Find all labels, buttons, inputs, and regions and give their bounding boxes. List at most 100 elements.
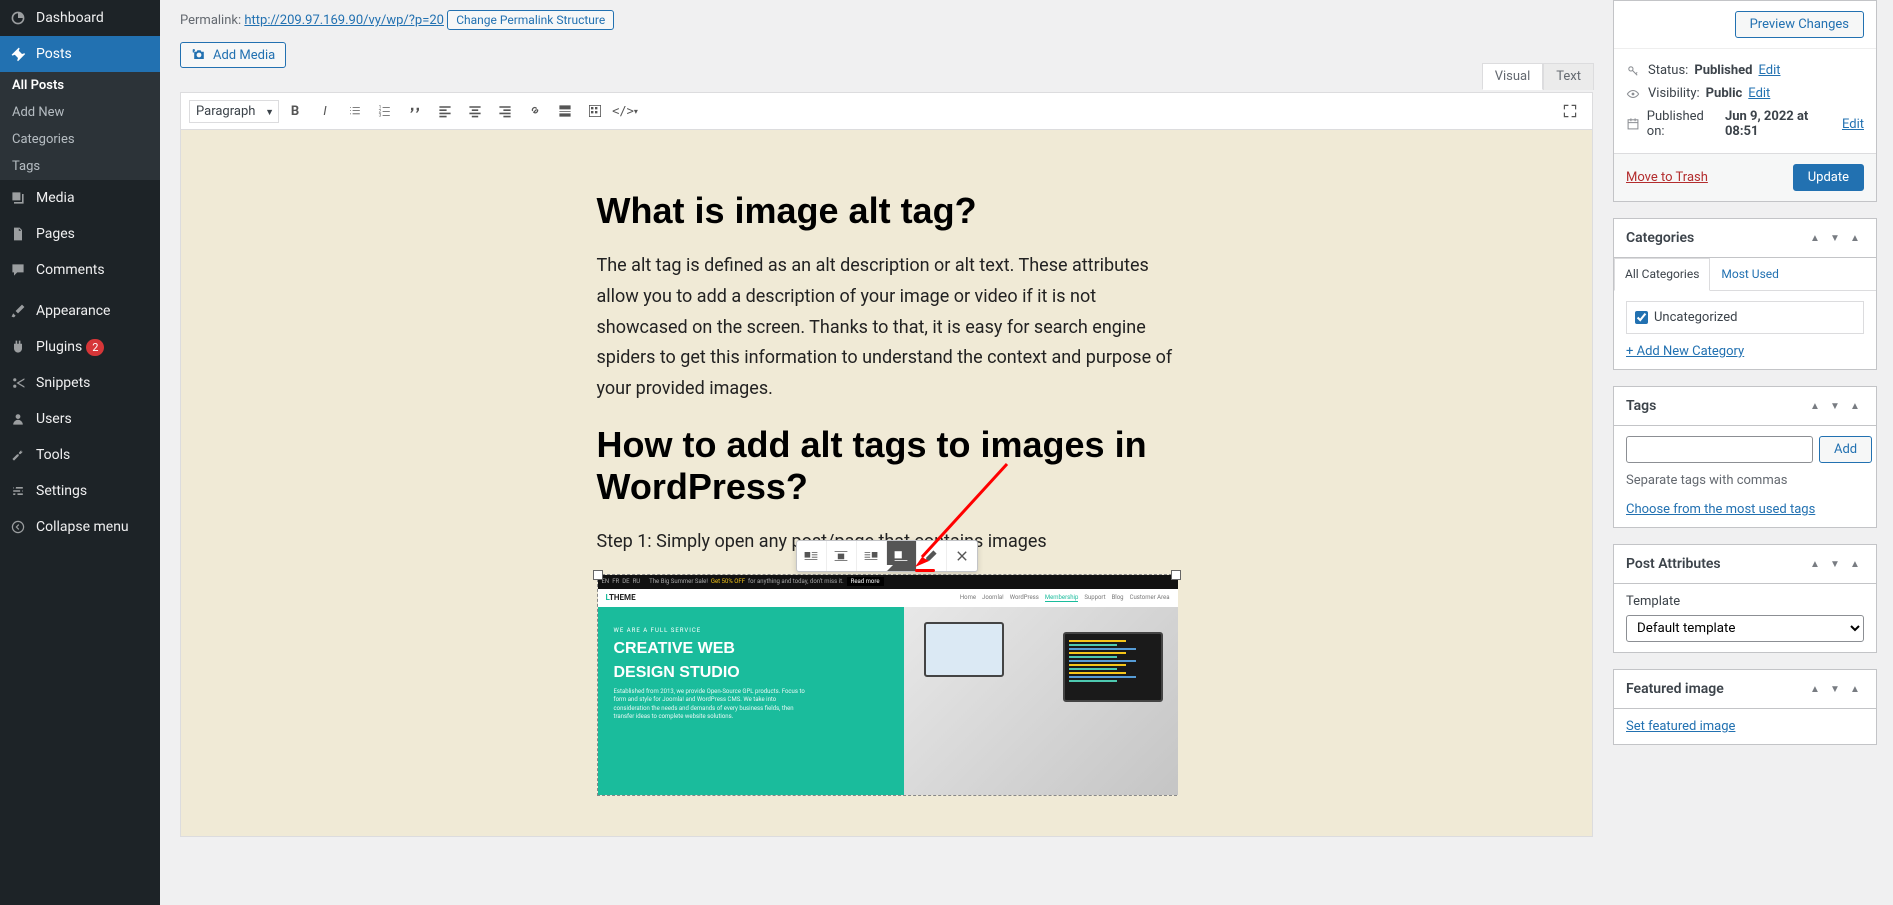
- align-right-button[interactable]: [491, 97, 519, 125]
- image-container: EN FR DE RU The Big Summer Sale! Get 50%…: [597, 574, 1177, 796]
- toggle-icon[interactable]: ▲: [1846, 229, 1864, 247]
- submenu-tags[interactable]: Tags: [0, 153, 160, 180]
- image-toolbar: [796, 540, 978, 572]
- img-remove-button[interactable]: [947, 541, 977, 571]
- editor-body[interactable]: What is image alt tag? The alt tag is de…: [181, 130, 1592, 836]
- align-left-button[interactable]: [431, 97, 459, 125]
- menu-media[interactable]: Media: [0, 180, 160, 216]
- add-category-link[interactable]: + Add New Category: [1626, 344, 1744, 359]
- posts-submenu: All Posts Add New Categories Tags: [0, 72, 160, 180]
- readmore-button[interactable]: [551, 97, 579, 125]
- submenu-add-new[interactable]: Add New: [0, 99, 160, 126]
- toolbar-toggle-button[interactable]: [581, 97, 609, 125]
- add-media-button[interactable]: Add Media: [180, 42, 286, 68]
- edit-status-link[interactable]: Edit: [1758, 63, 1780, 78]
- align-center-button[interactable]: [461, 97, 489, 125]
- change-permalink-button[interactable]: Change Permalink Structure: [447, 10, 614, 30]
- move-to-trash-link[interactable]: Move to Trash: [1626, 170, 1708, 185]
- italic-button[interactable]: I: [311, 97, 339, 125]
- submenu-categories[interactable]: Categories: [0, 126, 160, 153]
- heading-2[interactable]: How to add alt tags to images in WordPre…: [597, 424, 1177, 507]
- menu-tools[interactable]: Tools: [0, 437, 160, 473]
- ul-button[interactable]: [341, 97, 369, 125]
- bold-button[interactable]: B: [281, 97, 309, 125]
- move-down-icon[interactable]: ▼: [1826, 397, 1844, 415]
- code-button[interactable]: </>▾: [611, 97, 639, 125]
- menu-label: Dashboard: [36, 10, 104, 26]
- featured-title: Featured image: [1626, 681, 1724, 697]
- cat-tab-used[interactable]: Most Used: [1710, 258, 1790, 290]
- toggle-icon[interactable]: ▲: [1846, 680, 1864, 698]
- right-column: Preview Changes Status: Published Edit V…: [1613, 0, 1893, 905]
- fullscreen-button[interactable]: [1556, 97, 1584, 125]
- update-button[interactable]: Update: [1793, 164, 1864, 191]
- move-up-icon[interactable]: ▲: [1806, 555, 1824, 573]
- add-tag-button[interactable]: Add: [1819, 436, 1872, 463]
- menu-pages[interactable]: Pages: [0, 216, 160, 252]
- preview-changes-button[interactable]: Preview Changes: [1735, 11, 1864, 38]
- menu-users[interactable]: Users: [0, 401, 160, 437]
- quote-button[interactable]: [401, 97, 429, 125]
- img-align-none-button[interactable]: [887, 541, 917, 571]
- edit-visibility-link[interactable]: Edit: [1748, 86, 1770, 101]
- menu-label: Comments: [36, 262, 105, 278]
- toggle-icon[interactable]: ▲: [1846, 397, 1864, 415]
- img-align-center-button[interactable]: [827, 541, 857, 571]
- editor-toolbar: Paragraph ▼ B I 123 </>▾: [181, 93, 1592, 130]
- menu-snippets[interactable]: Snippets: [0, 365, 160, 401]
- menu-collapse[interactable]: Collapse menu: [0, 509, 160, 545]
- move-up-icon[interactable]: ▲: [1806, 680, 1824, 698]
- categories-title: Categories: [1626, 230, 1694, 246]
- move-down-icon[interactable]: ▼: [1826, 229, 1844, 247]
- menu-plugins[interactable]: Plugins 2: [0, 329, 160, 365]
- paragraph-1[interactable]: The alt tag is defined as an alt descrip…: [597, 251, 1177, 404]
- menu-label: Media: [36, 190, 75, 206]
- link-button[interactable]: [521, 97, 549, 125]
- menu-dashboard[interactable]: Dashboard: [0, 0, 160, 36]
- page-icon: [8, 224, 28, 244]
- publish-box: Preview Changes Status: Published Edit V…: [1613, 0, 1877, 202]
- submenu-all-posts[interactable]: All Posts: [0, 72, 160, 99]
- selected-image[interactable]: EN FR DE RU The Big Summer Sale! Get 50%…: [597, 574, 1177, 796]
- resize-handle-tl[interactable]: [593, 570, 603, 580]
- tags-box: Tags ▲ ▼ ▲ Add Separate tags with commas…: [1613, 386, 1877, 528]
- set-featured-image-link[interactable]: Set featured image: [1626, 719, 1735, 734]
- format-select[interactable]: Paragraph ▼: [189, 100, 279, 123]
- tag-input[interactable]: [1626, 436, 1813, 463]
- edit-date-link[interactable]: Edit: [1842, 117, 1864, 132]
- permalink-label: Permalink:: [180, 13, 241, 28]
- category-item-uncategorized[interactable]: Uncategorized: [1635, 310, 1855, 325]
- toggle-icon[interactable]: ▲: [1846, 555, 1864, 573]
- brush-icon: [8, 301, 28, 321]
- resize-handle-tr[interactable]: [1171, 570, 1181, 580]
- img-edit-button[interactable]: [917, 541, 947, 571]
- menu-posts[interactable]: Posts: [0, 36, 160, 72]
- tab-text[interactable]: Text: [1543, 63, 1594, 90]
- move-down-icon[interactable]: ▼: [1826, 680, 1844, 698]
- menu-comments[interactable]: Comments: [0, 252, 160, 288]
- img-align-right-button[interactable]: [857, 541, 887, 571]
- post-attributes-box: Post Attributes ▲ ▼ ▲ Template Default t…: [1613, 544, 1877, 653]
- tab-visual[interactable]: Visual: [1482, 63, 1544, 90]
- template-select[interactable]: Default template: [1626, 615, 1864, 642]
- cat-tab-all[interactable]: All Categories: [1614, 258, 1710, 291]
- camera-icon: [191, 47, 207, 63]
- move-down-icon[interactable]: ▼: [1826, 555, 1844, 573]
- status-value: Published: [1694, 63, 1752, 78]
- heading-1[interactable]: What is image alt tag?: [597, 190, 1177, 231]
- img-align-left-button[interactable]: [797, 541, 827, 571]
- calendar-icon: [1626, 117, 1641, 131]
- menu-label: Plugins: [36, 339, 82, 355]
- menu-label: Snippets: [36, 375, 90, 391]
- featured-image-box: Featured image ▲ ▼ ▲ Set featured image: [1613, 669, 1877, 745]
- category-checkbox[interactable]: [1635, 311, 1648, 324]
- menu-settings[interactable]: Settings: [0, 473, 160, 509]
- plugin-badge: 2: [86, 339, 104, 356]
- menu-appearance[interactable]: Appearance: [0, 293, 160, 329]
- move-up-icon[interactable]: ▲: [1806, 229, 1824, 247]
- move-up-icon[interactable]: ▲: [1806, 397, 1824, 415]
- ol-button[interactable]: 123: [371, 97, 399, 125]
- annotation-underline: [915, 569, 935, 572]
- permalink-url[interactable]: http://209.97.169.90/vy/wp/?p=20: [244, 13, 444, 28]
- choose-tags-link[interactable]: Choose from the most used tags: [1626, 502, 1815, 517]
